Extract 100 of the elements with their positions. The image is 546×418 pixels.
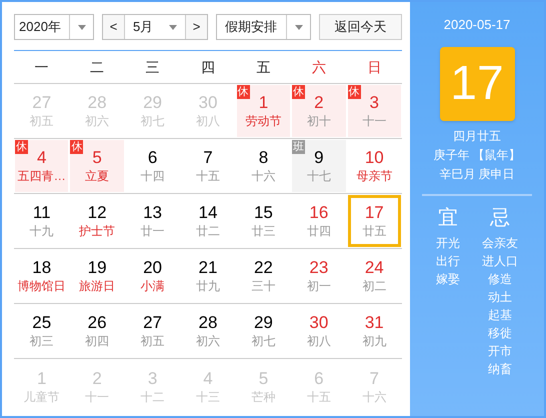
lunar-date: 初八	[196, 113, 220, 129]
almanac-item: 开光	[436, 234, 460, 252]
lunar-date: 廿三	[251, 223, 276, 239]
day-number: 1	[36, 368, 46, 388]
lunar-date: 初七	[140, 113, 165, 129]
day-number: 21	[198, 258, 218, 278]
caret-down-icon	[78, 24, 86, 30]
lunar-date: 初六	[196, 333, 220, 349]
lunar-date: 十四	[140, 168, 165, 184]
lunar-date: 十一	[85, 388, 110, 404]
weekday-header: 六	[310, 58, 327, 76]
day-number: 6	[314, 368, 324, 388]
day-number: 22	[254, 258, 273, 278]
lunar-date: 十六	[362, 388, 386, 404]
day-number: 11	[32, 203, 51, 223]
day-number: 30	[309, 313, 328, 333]
day-number: 13	[143, 203, 162, 223]
lunar-date: 五四青…	[18, 168, 66, 184]
day-number: 4	[36, 148, 46, 168]
lunar-date: 旅游日	[79, 278, 116, 294]
day-number: 17	[364, 203, 384, 223]
day-number: 27	[143, 313, 162, 333]
selected-date: 2020-05-17	[444, 16, 510, 34]
day-number: 27	[32, 93, 52, 113]
almanac-item: 纳畜	[488, 360, 512, 378]
day-cell[interactable]: 17 廿五	[348, 195, 401, 247]
lunar-date: 初五	[140, 333, 165, 349]
day-number: 7	[203, 148, 213, 168]
almanac-item: 修造	[488, 270, 512, 288]
caret-down-icon	[294, 24, 302, 30]
almanac-item: 出行	[436, 252, 460, 270]
prev-month-button[interactable]: <	[103, 15, 125, 39]
lunar-date: 廿九	[196, 278, 220, 294]
lunar-date: 十五	[306, 388, 331, 404]
day-cell[interactable]: 休 1 劳动节	[236, 85, 290, 137]
day-number: 14	[198, 203, 218, 223]
year-select[interactable]: 2020年	[14, 14, 94, 40]
rest-day-badge: 休	[15, 140, 28, 154]
inauspicious-heading: 忌	[490, 206, 510, 230]
weekday-header: 五	[255, 58, 272, 76]
lunar-date: 初二	[362, 278, 386, 294]
day-number: 19	[88, 258, 107, 278]
lunar-date: 初三	[30, 333, 54, 349]
day-number: 30	[198, 93, 218, 113]
lunar-date: 初六	[85, 113, 110, 129]
auspicious-heading: 宜	[438, 206, 458, 230]
almanac-item: 起基	[488, 306, 512, 324]
caret-down-icon	[169, 24, 177, 30]
day-number: 29	[143, 93, 162, 113]
almanac-item: 嫁娶	[436, 270, 460, 288]
almanac-item: 开市	[488, 342, 512, 360]
day-number: 29	[254, 313, 273, 333]
month-select[interactable]: 5月	[125, 17, 185, 37]
lunar-date: 廿二	[196, 223, 220, 239]
day-number: 9	[314, 148, 324, 168]
day-number: 5	[92, 148, 102, 168]
weekday-header: 四	[200, 58, 216, 76]
lunar-date: 护士节	[79, 223, 116, 239]
lunar-date: 十九	[30, 223, 54, 239]
almanac-item: 会亲友	[482, 234, 518, 252]
day-number: 23	[309, 258, 328, 278]
month-day-ganzhi: 辛巳月 庚申日	[439, 166, 515, 182]
workday-badge: 班	[292, 140, 306, 154]
day-number: 28	[198, 313, 218, 333]
lunar-date: 十五	[196, 168, 220, 184]
day-number: 18	[32, 258, 52, 278]
day-cell[interactable]: 休 4 五四青…	[15, 140, 68, 192]
almanac-item: 进人口	[482, 252, 518, 270]
lunar-date: 小满	[140, 278, 165, 294]
weekday-header: 日	[366, 58, 382, 76]
day-number: 2	[314, 93, 324, 113]
lunar-date: 博物馆日	[18, 278, 66, 294]
day-number: 24	[364, 258, 384, 278]
day-number: 3	[370, 93, 379, 113]
lunar-date: 三十	[251, 278, 276, 294]
lunar-date: 初十	[306, 113, 331, 129]
almanac-item: 动土	[488, 288, 512, 306]
rest-day-badge: 休	[348, 85, 361, 99]
lunar-date: 初五	[30, 113, 54, 129]
day-number: 10	[364, 148, 384, 168]
day-cell[interactable]: 休 3 十一	[348, 85, 401, 137]
day-number: 7	[370, 368, 379, 388]
lunar-date: 劳动节	[245, 113, 282, 129]
lunar-date: 儿童节	[24, 388, 60, 404]
weekday-header: 三	[144, 58, 161, 76]
day-cell[interactable]: 休 5 立夏	[70, 140, 124, 192]
day-number: 16	[309, 203, 328, 223]
next-month-button[interactable]: >	[185, 15, 207, 39]
year-ganzhi: 庚子年 【鼠年】	[433, 146, 521, 164]
lunar-date: 芒种	[251, 388, 276, 404]
holiday-select[interactable]: 假期安排	[216, 14, 311, 40]
day-cell[interactable]: 班 9 十七	[292, 140, 346, 192]
lunar-date: 初九	[362, 333, 386, 349]
day-number: 6	[148, 148, 158, 168]
lunar-date: 母亲节	[356, 168, 392, 184]
day-number: 1	[258, 93, 268, 113]
day-number: 15	[254, 203, 273, 223]
day-cell[interactable]: 休 2 初十	[292, 85, 346, 137]
lunar-date: 初七	[251, 333, 276, 349]
today-button[interactable]: 返回今天	[319, 14, 402, 40]
